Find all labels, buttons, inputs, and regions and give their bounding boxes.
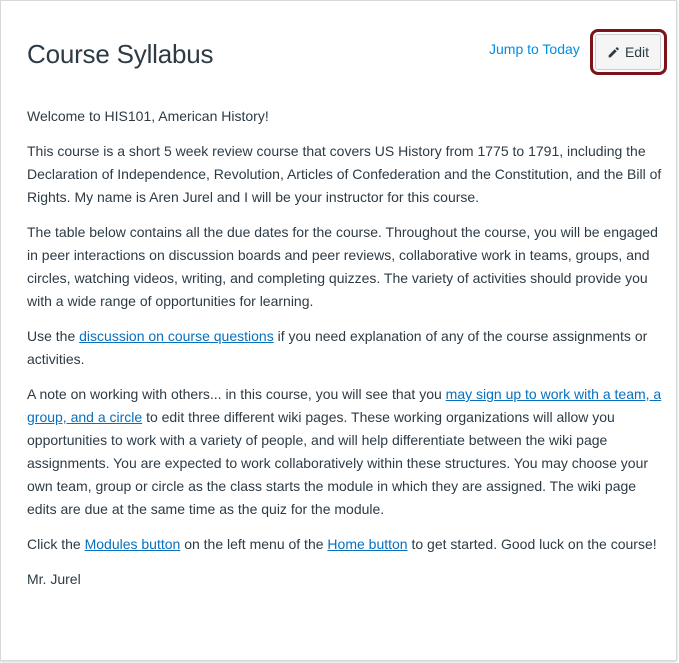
discussion-text-before: Use the bbox=[27, 328, 80, 344]
edit-button-label: Edit bbox=[624, 44, 650, 60]
modules-button-link[interactable]: Modules button bbox=[85, 536, 181, 552]
page-title: Course Syllabus bbox=[27, 39, 214, 69]
signature: Mr. Jurel bbox=[27, 571, 81, 587]
get-started-paragraph: Click the Modules button on the left men… bbox=[27, 533, 667, 556]
welcome-paragraph: Welcome to HIS101, American History! bbox=[27, 108, 269, 124]
discussion-link[interactable]: discussion on course questions bbox=[79, 328, 274, 344]
start-text-middle: on the left menu of the bbox=[180, 536, 328, 552]
jump-to-today-link[interactable]: Jump to Today bbox=[489, 41, 580, 57]
due-dates-paragraph: The table below contains all the due dat… bbox=[27, 224, 658, 309]
home-button-link[interactable]: Home button bbox=[327, 536, 407, 552]
pencil-icon bbox=[608, 46, 619, 57]
working-text-after: to edit three different wiki pages. Thes… bbox=[27, 409, 649, 517]
syllabus-content: Welcome to HIS101, American History! Thi… bbox=[27, 105, 667, 603]
working-with-others-paragraph: A note on working with others... in this… bbox=[27, 383, 667, 521]
syllabus-panel: Course Syllabus Jump to Today Edit Welco… bbox=[0, 0, 677, 661]
working-text-before: A note on working with others... in this… bbox=[27, 386, 446, 402]
syllabus-header: Course Syllabus Jump to Today Edit bbox=[1, 1, 676, 77]
edit-button[interactable]: Edit bbox=[595, 34, 661, 70]
discussion-paragraph: Use the discussion on course questions i… bbox=[27, 325, 667, 371]
intro-paragraph: This course is a short 5 week review cou… bbox=[27, 143, 662, 205]
start-text-before: Click the bbox=[27, 536, 85, 552]
start-text-after: to get started. Good luck on the course! bbox=[407, 536, 657, 552]
